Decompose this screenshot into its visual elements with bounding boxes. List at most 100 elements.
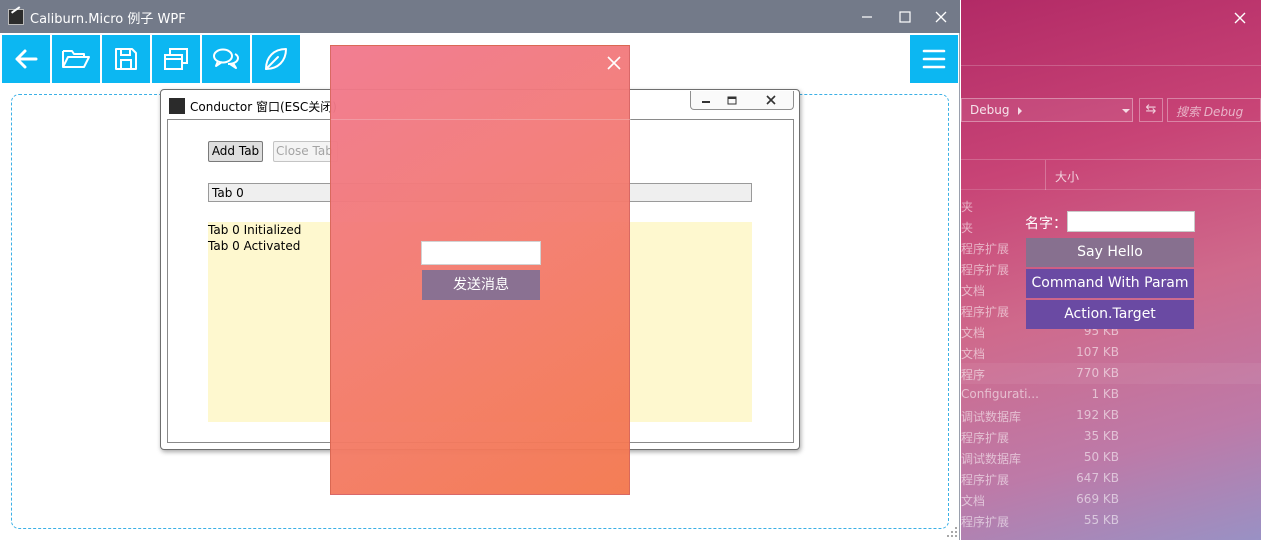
refresh-button[interactable]: ⇆: [1139, 98, 1163, 122]
chevron-right-icon: [1018, 107, 1022, 115]
back-arrow-icon: [15, 49, 38, 69]
action-target-button[interactable]: Action.Target: [1026, 300, 1194, 329]
refresh-icon: ⇆: [1145, 102, 1157, 117]
file-type: 夹: [961, 200, 974, 214]
secondary-titlebar[interactable]: [961, 0, 1261, 66]
file-row[interactable]: 程序扩展 55 KB: [961, 510, 1261, 531]
secondary-window: Debug ⇆ 搜索 Debug 大小 夹夹程序扩展 程序扩展 文档 程序扩展 文档 95…: [961, 0, 1261, 540]
back-button[interactable]: [2, 35, 50, 83]
open-folder-icon: [62, 50, 90, 68]
minimize-icon: [862, 15, 872, 18]
explorer-toolbar-band: [961, 132, 1261, 160]
search-input[interactable]: 搜索 Debug: [1167, 98, 1261, 122]
secondary-close-button[interactable]: [1225, 4, 1255, 32]
log-line: Tab 0 Activated: [208, 239, 301, 253]
file-size: 107 KB: [1076, 345, 1119, 359]
file-type: 程序扩展: [961, 431, 1010, 445]
message-input[interactable]: [421, 241, 541, 265]
file-type: 文档: [961, 494, 986, 508]
conductor-restore-button[interactable]: [719, 91, 745, 109]
file-row[interactable]: 调试数据库 192 KB: [961, 405, 1261, 426]
chat-button[interactable]: [202, 35, 250, 83]
file-row[interactable]: 程序扩展 35 KB: [961, 426, 1261, 447]
file-type: 夹: [961, 221, 974, 235]
add-tab-button[interactable]: Add Tab: [208, 141, 263, 162]
name-input[interactable]: [1067, 211, 1195, 232]
close-icon: [607, 56, 621, 70]
leaf-button[interactable]: [252, 35, 300, 83]
file-type: 调试数据库: [961, 410, 1022, 424]
file-size: 192 KB: [1076, 408, 1119, 422]
chevron-down-icon[interactable]: [1122, 109, 1130, 113]
file-size: 770 KB: [1076, 366, 1119, 380]
file-row[interactable]: 文档 669 KB: [961, 489, 1261, 510]
breadcrumb-label: Debug: [970, 103, 1010, 117]
search-placeholder: 搜索 Debug: [1176, 105, 1244, 119]
conductor-minimize-button[interactable]: [693, 91, 719, 109]
conductor-close-button[interactable]: [749, 91, 793, 109]
minimize-icon: [702, 101, 710, 103]
windows-icon: [164, 48, 188, 70]
file-row[interactable]: 文档 107 KB: [961, 342, 1261, 363]
file-row[interactable]: Configurati... 1 KB: [961, 384, 1261, 405]
file-size: 647 KB: [1076, 471, 1119, 485]
open-button[interactable]: [52, 35, 100, 83]
file-size: 1 KB: [1091, 387, 1119, 401]
restore-icon: [727, 96, 737, 104]
windows-button[interactable]: [152, 35, 200, 83]
file-row[interactable]: 程序扩展 647 KB: [961, 468, 1261, 489]
message-dialog: 发送消息: [330, 45, 631, 495]
say-hello-button[interactable]: Say Hello: [1026, 238, 1194, 267]
file-size: 50 KB: [1083, 450, 1119, 464]
command-with-param-button[interactable]: Command With Param: [1026, 269, 1194, 298]
close-icon: [766, 95, 776, 105]
tab-label: Tab 0: [212, 186, 244, 200]
log-line: Tab 0 Initialized: [208, 223, 302, 237]
dialog-divider: [331, 119, 631, 120]
close-icon: [935, 11, 947, 22]
file-type: 文档: [961, 347, 986, 361]
resize-grip-icon[interactable]: [946, 526, 958, 538]
file-type: 程序扩展: [961, 242, 1010, 256]
save-icon: [115, 48, 137, 70]
name-label: 名字：: [1025, 216, 1067, 232]
explorer-address-bar: Debug ⇆ 搜索 Debug: [961, 98, 1261, 124]
file-type: 程序扩展: [961, 473, 1010, 487]
file-size: 35 KB: [1083, 429, 1119, 443]
file-row[interactable]: 程序 770 KB: [961, 363, 1261, 384]
conductor-title: Conductor 窗口(ESC关闭): [190, 100, 337, 114]
hamburger-menu-icon: [922, 49, 946, 69]
file-type: Configurati...: [961, 387, 1039, 401]
leaf-icon: [265, 48, 287, 70]
size-column-header[interactable]: 大小: [1055, 168, 1079, 185]
column-header: 大小: [961, 160, 1261, 190]
file-type: 调试数据库: [961, 452, 1022, 466]
window-title: Caliburn.Micro 例子 WPF: [30, 12, 186, 27]
app-icon: [8, 9, 24, 25]
menu-button[interactable]: [910, 35, 958, 83]
maximize-button[interactable]: [887, 0, 923, 33]
file-size: 669 KB: [1076, 492, 1119, 506]
file-size: 55 KB: [1083, 513, 1119, 527]
file-type: 程序扩展: [961, 263, 1010, 277]
close-icon: [1234, 12, 1246, 24]
breadcrumb[interactable]: Debug: [961, 98, 1133, 122]
close-tab-button[interactable]: Close Tab: [273, 141, 338, 162]
file-type: 程序扩展: [961, 305, 1010, 319]
file-type: 程序扩展: [961, 515, 1010, 529]
dialog-close-button[interactable]: [603, 52, 625, 74]
chat-icon: [213, 48, 240, 69]
column-divider: [1045, 160, 1046, 190]
app-icon: [169, 98, 185, 114]
file-type: 程序: [961, 368, 986, 382]
send-message-button[interactable]: 发送消息: [422, 270, 540, 300]
file-type: 文档: [961, 326, 986, 340]
close-button[interactable]: [923, 0, 959, 33]
conductor-caption-buttons: [690, 91, 794, 110]
minimize-button[interactable]: [849, 0, 885, 33]
save-button[interactable]: [102, 35, 150, 83]
maximize-icon: [899, 10, 911, 23]
file-row[interactable]: 调试数据库 50 KB: [961, 447, 1261, 468]
main-titlebar[interactable]: Caliburn.Micro 例子 WPF: [0, 0, 960, 33]
file-type: 文档: [961, 284, 986, 298]
